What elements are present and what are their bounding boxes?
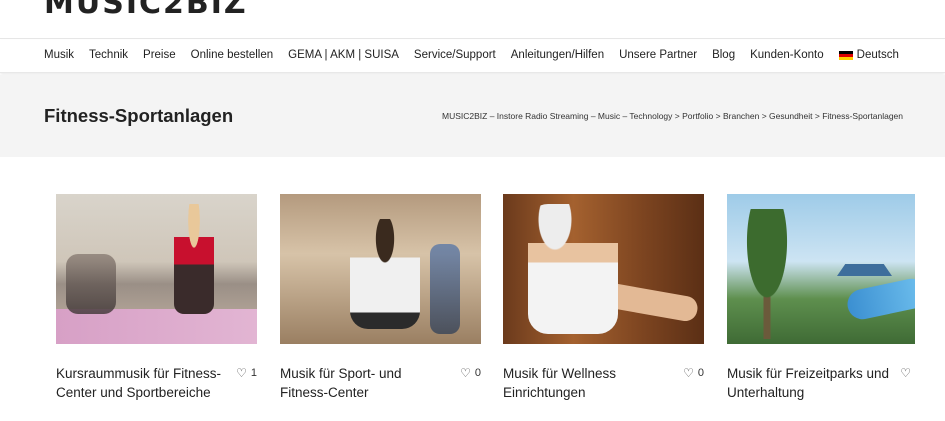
like-count: 0 <box>697 367 704 379</box>
nav-item-partner[interactable]: Unsere Partner <box>619 49 697 61</box>
nav-item-musik[interactable]: Musik <box>44 49 74 61</box>
heart-icon: ♡ <box>900 366 911 380</box>
nav-item-preise[interactable]: Preise <box>143 49 176 61</box>
nav-item-kunden-konto[interactable]: Kunden-Konto <box>750 49 824 61</box>
like-counter[interactable]: ♡ <box>900 366 915 380</box>
portfolio-title[interactable]: Musik für Freizeitparks und Unterhaltung <box>727 364 899 402</box>
like-count: 1 <box>250 367 257 379</box>
heart-icon: ♡ <box>683 366 694 380</box>
main-navigation: Musik Technik Preise Online bestellen GE… <box>0 40 945 73</box>
portfolio-title[interactable]: Musik für Wellness Einrichtungen <box>503 364 671 402</box>
nav-item-service-support[interactable]: Service/Support <box>414 49 496 61</box>
portfolio-image-wellness-sauna[interactable] <box>503 194 704 344</box>
like-counter[interactable]: ♡ 0 <box>460 366 481 380</box>
portfolio-card[interactable]: Musik für Freizeitparks und Unterhaltung… <box>727 194 915 400</box>
portfolio-image-sport-center[interactable] <box>280 194 481 344</box>
page-header: Fitness-Sportanlagen MUSIC2BIZ – Instore… <box>0 75 945 157</box>
portfolio-card[interactable]: Kursraummusik für Fitness-Center und Spo… <box>56 194 257 400</box>
language-label: Deutsch <box>856 49 899 61</box>
heart-icon: ♡ <box>236 366 247 380</box>
german-flag-icon <box>838 50 853 60</box>
nav-item-blog[interactable]: Blog <box>712 49 735 61</box>
portfolio-title[interactable]: Musik für Sport- und Fitness-Center <box>280 364 448 402</box>
page-title: Fitness-Sportanlagen <box>44 105 234 126</box>
portfolio-title[interactable]: Kursraummusik für Fitness-Center und Spo… <box>56 364 224 402</box>
portfolio-card[interactable]: Musik für Sport- und Fitness-Center ♡ 0 <box>280 194 481 400</box>
logo-bar: MUSIC2BIZ <box>0 0 945 39</box>
heart-icon: ♡ <box>460 366 471 380</box>
nav-item-anleitungen[interactable]: Anleitungen/Hilfen <box>511 49 604 61</box>
site-logo[interactable]: MUSIC2BIZ <box>44 0 248 21</box>
like-count: 0 <box>474 367 481 379</box>
nav-item-technik[interactable]: Technik <box>89 49 128 61</box>
portfolio-image-theme-park[interactable] <box>727 194 915 344</box>
like-counter[interactable]: ♡ 0 <box>683 366 704 380</box>
language-selector[interactable]: Deutsch <box>838 49 899 61</box>
like-counter[interactable]: ♡ 1 <box>236 366 257 380</box>
nav-item-gema[interactable]: GEMA | AKM | SUISA <box>288 49 399 61</box>
nav-item-online-bestellen[interactable]: Online bestellen <box>191 49 273 61</box>
portfolio-card[interactable]: Musik für Wellness Einrichtungen ♡ 0 <box>503 194 704 400</box>
breadcrumb[interactable]: MUSIC2BIZ – Instore Radio Streaming – Mu… <box>442 111 903 121</box>
portfolio-image-fitness-class[interactable] <box>56 194 257 344</box>
